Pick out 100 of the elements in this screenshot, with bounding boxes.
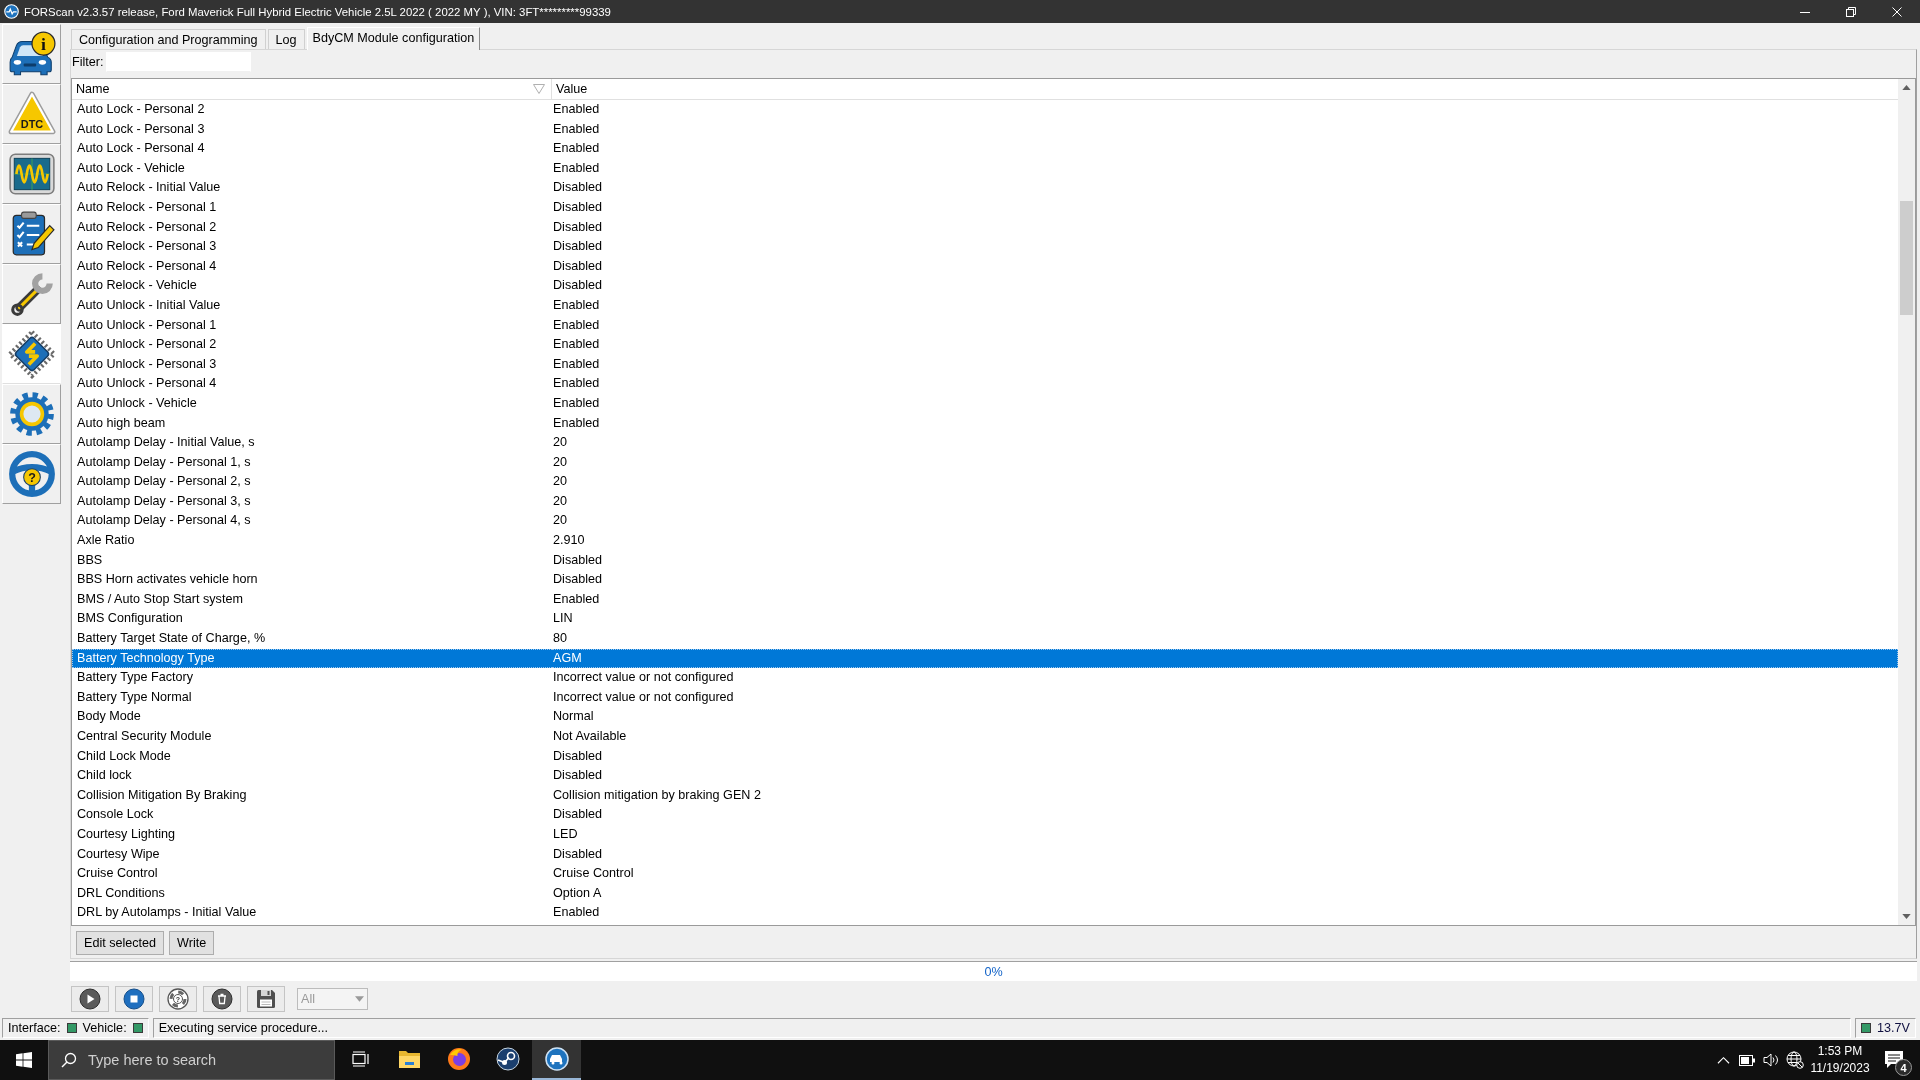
table-cell-text: Enabled bbox=[552, 355, 601, 373]
table-cell-text: Auto Lock - Personal 2 bbox=[76, 101, 206, 118]
table-cell-text: Auto Unlock - Personal 4 bbox=[76, 375, 218, 393]
table-cell-text: Incorrect value or not configured bbox=[552, 669, 735, 687]
delete-button[interactable] bbox=[203, 986, 241, 1012]
table-cell: AGM bbox=[552, 648, 1898, 669]
table-cell: Battery Technology Type bbox=[72, 648, 552, 669]
caret-icon bbox=[355, 996, 364, 1002]
battery-icon[interactable] bbox=[1739, 1054, 1755, 1066]
chip-icon bbox=[6, 329, 57, 379]
table-cell-text: Courtesy Wipe bbox=[76, 845, 161, 863]
table-cell-text: Auto Lock - Personal 4 bbox=[76, 140, 206, 158]
filter-label: Filter: bbox=[72, 54, 104, 69]
table-cell-text: Incorrect value or not configured bbox=[552, 688, 735, 706]
action-button[interactable]: Write bbox=[169, 931, 215, 955]
car-scan-icon bbox=[544, 1047, 569, 1071]
table-cell-text: Enabled bbox=[552, 904, 601, 922]
chevron-up-icon[interactable] bbox=[1716, 1056, 1730, 1064]
table-cell-text: Enabled bbox=[552, 140, 601, 158]
table-cell-text: Axle Ratio bbox=[76, 532, 136, 550]
taskbar-button[interactable] bbox=[532, 1040, 581, 1080]
nav-button[interactable] bbox=[2, 144, 61, 204]
table-cell-text: Disabled bbox=[552, 747, 603, 765]
launcher-icon bbox=[495, 1047, 520, 1071]
table-cell-text: Battery Type Normal bbox=[76, 688, 193, 706]
table-cell-text: Auto Lock - Vehicle bbox=[76, 159, 186, 177]
scrollbar-thumb[interactable] bbox=[1900, 201, 1913, 315]
nav-button[interactable] bbox=[2, 204, 61, 264]
browser-icon bbox=[446, 1047, 471, 1071]
arrow-down-icon bbox=[1902, 914, 1911, 919]
table-cell-text: Enabled bbox=[552, 101, 601, 118]
clock-date: 11/19/2023 bbox=[1810, 1060, 1870, 1077]
nav-button[interactable] bbox=[2, 264, 61, 324]
window-title: FORScan v2.3.57 release, Ford Maverick Full Hybrid Electric Vehicle 2.5L 2022 ( 2022 MY ), VIN: 3FT*********99339 bbox=[24, 5, 612, 18]
table-cell-text: 2.910 bbox=[552, 532, 586, 550]
filter-field[interactable] bbox=[106, 51, 252, 72]
search-field[interactable]: Type here to search bbox=[48, 1040, 335, 1080]
clock-time: 1:53 PM bbox=[1817, 1043, 1863, 1060]
table-cell-text: Cruise Control bbox=[76, 865, 159, 883]
clock[interactable]: 1:53 PM 11/19/2023 bbox=[1807, 1043, 1873, 1077]
table-cell-text: Auto Relock - Personal 4 bbox=[76, 257, 218, 275]
table-cell-text: Enabled bbox=[552, 394, 601, 412]
search-icon bbox=[61, 1052, 77, 1068]
table-cell-text: Enabled bbox=[552, 336, 601, 354]
table-cell-text: Child Lock Mode bbox=[76, 747, 172, 765]
table-cell-text: Enabled bbox=[552, 375, 601, 393]
table-cell-text: DRL Conditions bbox=[76, 884, 166, 902]
table-cell-text: Disabled bbox=[552, 571, 603, 589]
restore-icon bbox=[1846, 6, 1856, 17]
table-cell-text: Enabled bbox=[552, 159, 601, 177]
status-label: Vehicle: bbox=[82, 1021, 127, 1035]
table-cell-text: Enabled bbox=[552, 120, 601, 138]
action-button[interactable]: Edit selected bbox=[76, 931, 165, 955]
table-cell-text: Body Mode bbox=[76, 708, 142, 726]
app-logo-icon bbox=[4, 4, 19, 19]
table-cell-text: Disabled bbox=[552, 767, 603, 785]
table-cell-text: BBS bbox=[76, 551, 104, 569]
table-cell-text: Disabled bbox=[552, 179, 603, 197]
table-cell-text: Auto Relock - Vehicle bbox=[76, 277, 198, 295]
stop-button[interactable] bbox=[115, 986, 153, 1012]
save-button[interactable] bbox=[247, 986, 285, 1012]
table-cell-text: Auto Relock - Initial Value bbox=[76, 179, 222, 197]
progress-label: 0% bbox=[984, 964, 1003, 979]
tab[interactable]: Configuration and Programming bbox=[71, 29, 266, 49]
globe-icon[interactable] bbox=[1786, 1051, 1804, 1069]
table-cell-text: Collision mitigation by braking GEN 2 bbox=[552, 786, 762, 804]
tab[interactable]: Log bbox=[267, 29, 305, 49]
table-cell-text: Disabled bbox=[552, 277, 603, 295]
scrollbar[interactable] bbox=[1898, 79, 1915, 925]
table-cell-text: Auto Unlock - Vehicle bbox=[76, 394, 198, 412]
table-cell-text: Console Lock bbox=[76, 806, 155, 824]
table-cell-text: BMS / Auto Stop Start system bbox=[76, 590, 244, 608]
table-cell-text: Enabled bbox=[552, 296, 601, 314]
table-cell-text: Not Available bbox=[552, 728, 628, 745]
nav-button[interactable] bbox=[2, 324, 61, 384]
trash-icon bbox=[211, 988, 233, 1010]
table-cell-text: Auto Relock - Personal 3 bbox=[76, 238, 218, 256]
table-cell-text: Enabled bbox=[552, 590, 601, 608]
table-cell-text: Disabled bbox=[552, 218, 603, 236]
speaker-icon[interactable] bbox=[1763, 1052, 1779, 1068]
table-cell-text: Autolamp Delay - Personal 1, s bbox=[76, 453, 252, 471]
tab[interactable]: BdyCM Module configuration bbox=[306, 27, 481, 50]
table-cell-text: Enabled bbox=[552, 316, 601, 334]
table-cell-text: Autolamp Delay - Personal 4, s bbox=[76, 512, 252, 530]
table-cell-text: BMS Configuration bbox=[76, 610, 184, 628]
table-cell-text: Cruise Control bbox=[552, 865, 635, 883]
table-cell-text: Auto Relock - Personal 1 bbox=[76, 198, 218, 216]
table-cell-text: 20 bbox=[552, 473, 568, 491]
table-cell-text: Enabled bbox=[552, 414, 601, 432]
status-message: Executing service procedure... bbox=[158, 1021, 329, 1035]
table-cell-text: Collision Mitigation By Braking bbox=[76, 786, 248, 804]
table-cell-text: Auto Lock - Personal 3 bbox=[76, 120, 206, 138]
table-cell-text: DRL by Autolamps - Initial Value bbox=[76, 904, 258, 922]
table-cell-text: 20 bbox=[552, 453, 568, 471]
table-cell-text: Autolamp Delay - Initial Value, s bbox=[76, 434, 256, 452]
play-button[interactable] bbox=[71, 986, 109, 1012]
table-cell-text: Auto high beam bbox=[76, 414, 167, 432]
table-cell-text: 20 bbox=[552, 512, 568, 530]
table-cell-text: Child lock bbox=[76, 767, 133, 785]
arrow-up-icon bbox=[1902, 85, 1911, 90]
